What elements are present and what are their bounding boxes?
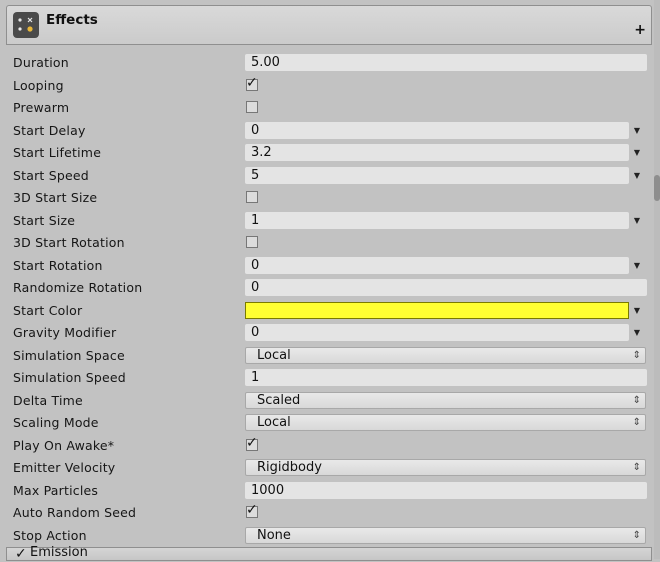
value-field[interactable]: 1 xyxy=(245,369,647,386)
property-row: Auto Random Seed ✓ xyxy=(6,502,652,525)
scrollbar-thumb[interactable] xyxy=(654,175,660,201)
property-row: Gravity Modifier 0 ▼ xyxy=(6,322,652,345)
curve-mode-dropdown-icon[interactable]: ▼ xyxy=(630,214,644,228)
property-label: Auto Random Seed xyxy=(13,505,137,520)
checkbox[interactable]: ✓ xyxy=(246,502,258,518)
value-field[interactable]: 0 xyxy=(245,121,629,139)
property-row: Scaling Mode Local ⇕ xyxy=(6,412,652,435)
property-row: Looping ✓ xyxy=(6,75,652,98)
property-row: 3D Start Rotation xyxy=(6,232,652,255)
property-row: Start Size 1 ▼ xyxy=(6,210,652,233)
checkbox[interactable] xyxy=(246,191,258,203)
popup-select[interactable]: Local ⇕ xyxy=(245,346,646,364)
popup-value: Rigidbody xyxy=(257,460,322,475)
checkmark-icon: ✓ xyxy=(246,74,258,91)
color-field[interactable] xyxy=(245,301,629,319)
property-label: Scaling Mode xyxy=(13,415,99,430)
property-row: Start Delay 0 ▼ xyxy=(6,120,652,143)
property-label: 3D Start Rotation xyxy=(13,235,125,250)
property-label: Duration xyxy=(13,55,69,70)
property-label: Delta Time xyxy=(13,392,83,408)
value-field[interactable]: 0 xyxy=(245,324,629,341)
property-label: Looping xyxy=(13,77,64,93)
popup-value: Local xyxy=(257,347,291,363)
curve-mode-dropdown-icon[interactable]: ▼ xyxy=(630,259,644,273)
add-icon[interactable]: + xyxy=(634,23,646,37)
module-title: Effects xyxy=(46,12,98,28)
property-label: Stop Action xyxy=(13,527,87,543)
property-row: Duration 5.00 xyxy=(6,52,652,75)
module-header[interactable]: Effects + xyxy=(6,5,652,45)
property-list: Duration 5.00 Looping ✓ Prewarm Start Delay 0 ▼… xyxy=(6,52,652,547)
property-label: Start Rotation xyxy=(13,257,103,273)
property-label: Randomize Rotation xyxy=(13,280,143,295)
value-field[interactable]: 0 xyxy=(245,279,647,296)
property-row: Delta Time Scaled ⇕ xyxy=(6,390,652,413)
property-label: Simulation Speed xyxy=(13,370,126,385)
value-field[interactable]: 1000 xyxy=(245,481,647,499)
checkmark-icon: ✓ xyxy=(246,434,258,451)
up-down-arrows-icon: ⇕ xyxy=(632,462,641,473)
property-label: Play On Awake* xyxy=(13,437,115,453)
property-row: 3D Start Size xyxy=(6,187,652,210)
curve-mode-dropdown-icon[interactable]: ▼ xyxy=(630,124,644,138)
value-field[interactable]: 1 xyxy=(245,211,629,229)
property-label: Start Color xyxy=(13,302,83,318)
property-row: Randomize Rotation 0 xyxy=(6,277,652,300)
value-field[interactable]: 5.00 xyxy=(245,54,647,71)
property-row: Simulation Speed 1 xyxy=(6,367,652,390)
checkbox[interactable] xyxy=(246,101,258,113)
property-label: Prewarm xyxy=(13,100,70,115)
property-row: Stop Action None ⇕ xyxy=(6,525,652,548)
property-row: Prewarm xyxy=(6,97,652,120)
curve-mode-dropdown-icon[interactable]: ▼ xyxy=(630,169,644,183)
property-row: Start Color ▼ xyxy=(6,300,652,323)
property-label: Emitter Velocity xyxy=(13,460,116,475)
property-row: Start Rotation 0 ▼ xyxy=(6,255,652,278)
popup-value: Scaled xyxy=(257,392,301,408)
value-field[interactable]: 0 xyxy=(245,256,629,274)
property-row: Max Particles 1000 xyxy=(6,480,652,503)
property-label: 3D Start Size xyxy=(13,190,98,205)
module-title-emission: Emission xyxy=(30,545,88,560)
property-label: Simulation Space xyxy=(13,347,125,363)
particle-system-inspector: Effects + Duration 5.00 Looping ✓ Prewarm Sta… xyxy=(0,0,660,562)
popup-select[interactable]: Scaled ⇕ xyxy=(245,391,646,409)
popup-select[interactable]: None ⇕ xyxy=(245,526,646,544)
module-enable-checkbox[interactable]: ✓ xyxy=(15,546,27,562)
property-label: Start Delay xyxy=(13,122,86,138)
popup-value: Local xyxy=(257,415,291,430)
property-row: Emitter Velocity Rigidbody ⇕ xyxy=(6,457,652,480)
popup-value: None xyxy=(257,527,291,543)
up-down-arrows-icon: ⇕ xyxy=(632,349,641,361)
property-row: Start Speed 5 ▼ xyxy=(6,165,652,188)
checkbox[interactable]: ✓ xyxy=(246,74,258,91)
scrollbar[interactable] xyxy=(654,0,660,559)
property-label: Start Speed xyxy=(13,167,89,183)
up-down-arrows-icon: ⇕ xyxy=(632,394,641,406)
up-down-arrows-icon: ⇕ xyxy=(632,529,641,541)
property-row: Start Lifetime 3.2 ▼ xyxy=(6,142,652,165)
curve-mode-dropdown-icon[interactable]: ▼ xyxy=(630,304,644,318)
checkmark-icon: ✓ xyxy=(246,502,258,518)
curve-mode-dropdown-icon[interactable]: ▼ xyxy=(630,326,644,340)
checkbox[interactable]: ✓ xyxy=(246,434,258,451)
up-down-arrows-icon: ⇕ xyxy=(632,417,641,428)
property-label: Gravity Modifier xyxy=(13,325,117,340)
popup-select[interactable]: Local ⇕ xyxy=(245,414,646,431)
property-label: Max Particles xyxy=(13,482,99,498)
curve-mode-dropdown-icon[interactable]: ▼ xyxy=(630,146,644,160)
property-row: Simulation Space Local ⇕ xyxy=(6,345,652,368)
popup-select[interactable]: Rigidbody ⇕ xyxy=(245,459,646,476)
particle-system-icon xyxy=(13,12,39,38)
property-row: Play On Awake* ✓ xyxy=(6,435,652,458)
property-label: Start Lifetime xyxy=(13,145,102,160)
value-field[interactable]: 5 xyxy=(245,166,629,184)
checkbox[interactable] xyxy=(246,236,258,248)
value-field[interactable]: 3.2 xyxy=(245,144,629,161)
property-label: Start Size xyxy=(13,212,76,228)
